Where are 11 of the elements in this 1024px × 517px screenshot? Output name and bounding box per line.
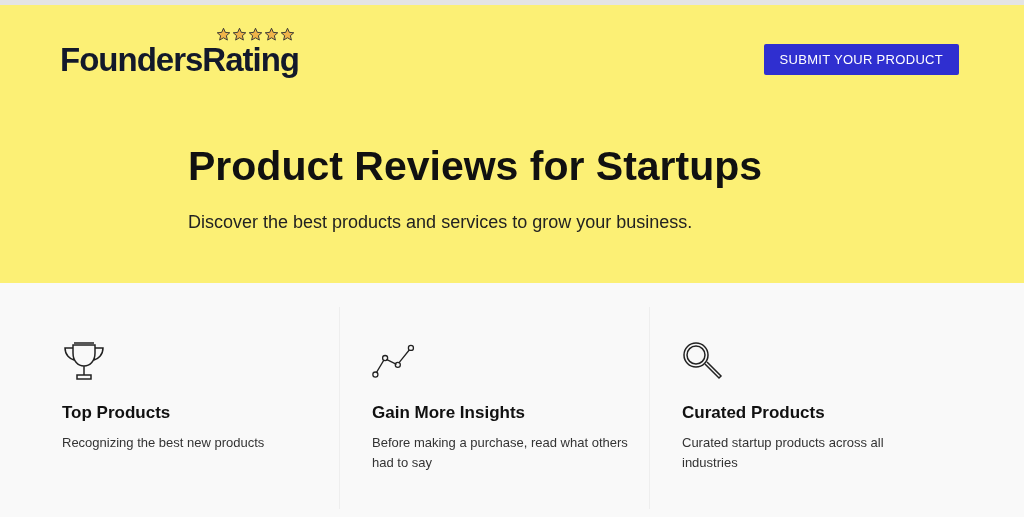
feature-description: Curated startup products across all industries: [682, 434, 885, 472]
logo[interactable]: FoundersRating: [60, 42, 299, 78]
feature-description: Recognizing the best new products: [62, 434, 266, 452]
hero-subtitle: Discover the best products and services to grow your business.: [188, 212, 694, 233]
feature-description: Before making a purchase, read what others had to say: [372, 434, 629, 472]
feature-title: Curated Products: [682, 403, 826, 423]
feature-title: Top Products: [62, 403, 172, 423]
submit-product-button[interactable]: SUBMIT YOUR PRODUCT: [763, 44, 959, 75]
feature-title: Gain More Insights: [372, 403, 527, 423]
trophy-icon: [62, 341, 106, 381]
hero-title: Product Reviews for Startups: [188, 143, 764, 190]
